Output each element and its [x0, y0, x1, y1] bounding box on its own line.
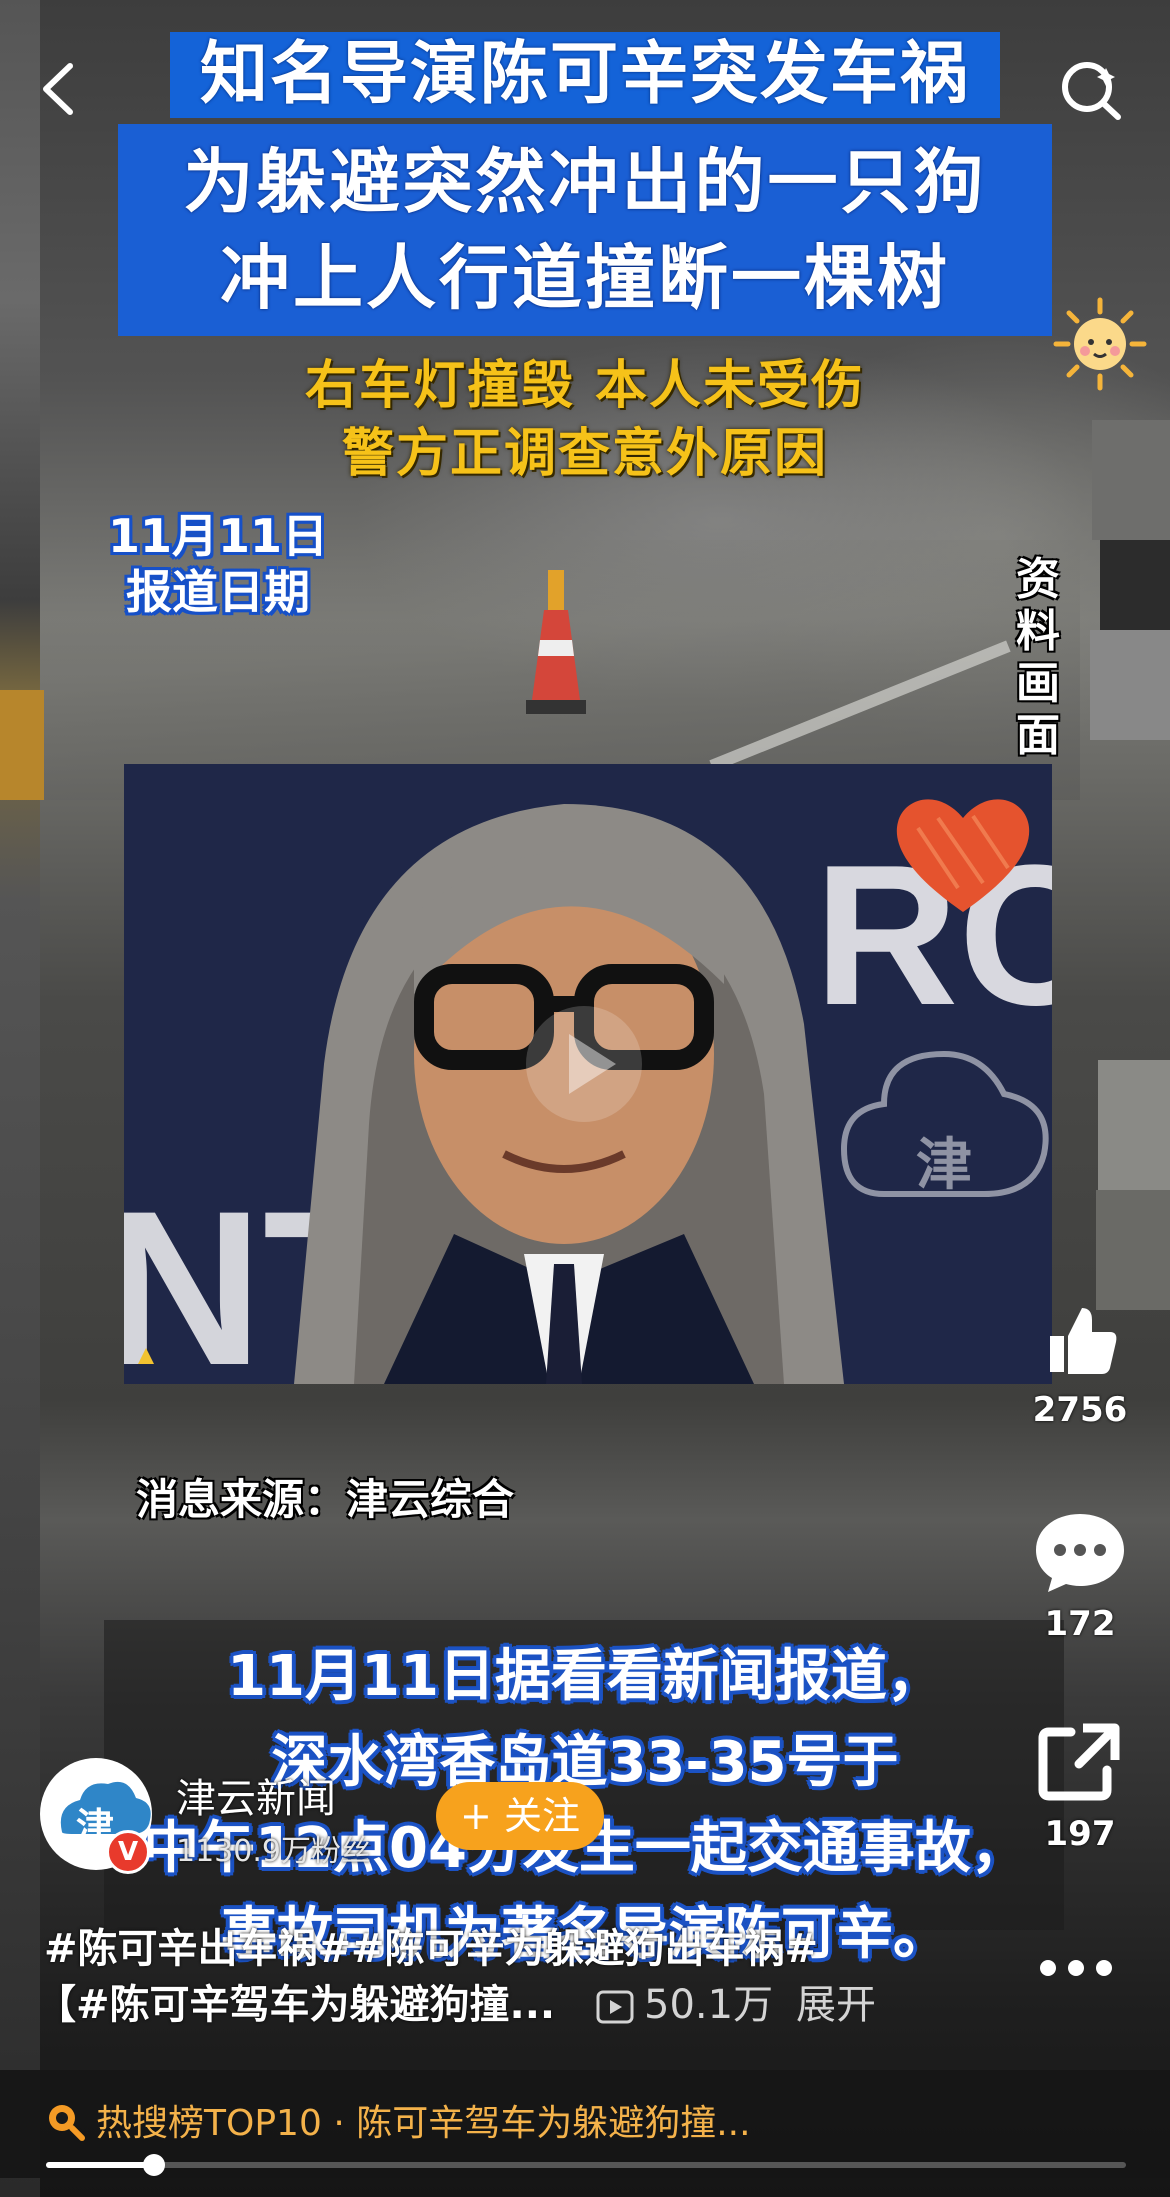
more-icon	[1096, 1960, 1112, 1976]
subhead-box: 为躲避突然冲出的一只狗 冲上人行道撞断一棵树	[118, 124, 1052, 336]
pixelated-block	[0, 690, 44, 800]
hot-search-icon	[49, 2105, 85, 2141]
playback-progress-track[interactable]	[46, 2162, 1126, 2168]
view-count-value: 50.1万	[644, 1982, 774, 2028]
more-icon	[1040, 1960, 1056, 1976]
more-button[interactable]	[1034, 1948, 1124, 1988]
author-name[interactable]: 津云新闻	[176, 1766, 336, 1824]
pixelated-block	[1098, 1060, 1170, 1190]
comment-button[interactable]: 172	[1020, 1508, 1140, 1644]
play-count-icon	[596, 1990, 634, 2024]
video-screen[interactable]: 知名导演陈可辛突发车祸 为躲避突然冲出的一只狗 冲上人行道撞断一棵树 右车灯撞毁…	[0, 0, 1170, 2197]
archive-char: 资	[1016, 554, 1060, 605]
status-line-2: 警方正调查意外原因	[341, 424, 828, 484]
pixelated-block	[1100, 540, 1170, 630]
hot-search-rank: 热搜榜TOP10	[96, 2103, 322, 2144]
share-button[interactable]: 197	[1020, 1718, 1140, 1854]
subhead-line-1: 为躲避突然冲出的一只狗	[183, 141, 987, 223]
share-icon	[1038, 1723, 1120, 1801]
archive-char: 面	[1016, 710, 1060, 761]
search-icon	[1062, 62, 1121, 120]
video-description[interactable]: 【#陈可辛驾车为躲避狗撞...	[36, 1976, 555, 2034]
pixelated-block	[1090, 630, 1170, 740]
hot-search-text[interactable]: 热搜榜TOP10 · 陈可辛驾车为躲避狗撞...	[96, 2096, 751, 2152]
playback-progress-fill	[46, 2162, 154, 2168]
traffic-cone-image	[526, 570, 586, 714]
more-icon	[1068, 1960, 1084, 1976]
report-date-label: 报道日期	[126, 565, 310, 619]
archive-footage-label: 资 料 画 面	[1010, 554, 1066, 762]
comment-count: 172	[1044, 1604, 1116, 1644]
hashtags-line[interactable]: #陈可辛出车祸##陈可辛为躲避狗出车祸#	[44, 1920, 818, 1978]
report-date-tag: 11月11日 报道日期	[98, 508, 338, 620]
report-date: 11月11日	[107, 509, 329, 563]
verified-badge: V	[106, 1830, 150, 1874]
search-button[interactable]	[1056, 54, 1126, 124]
subhead-line-2: 冲上人行道撞断一棵树	[220, 237, 950, 319]
archive-char: 料	[1016, 606, 1060, 657]
pixelated-block	[1092, 420, 1170, 540]
playback-progress-handle[interactable]	[143, 2154, 165, 2176]
headline-title: 知名导演陈可辛突发车祸	[170, 32, 1000, 118]
pixelated-block	[1096, 1190, 1170, 1310]
follow-button[interactable]: + 关注	[436, 1782, 604, 1850]
background-blur-strip	[0, 0, 40, 2197]
expand-button[interactable]: 展开	[796, 1976, 876, 2034]
heart-sticker-icon	[896, 799, 1030, 912]
comment-icon	[1036, 1514, 1124, 1592]
like-count: 2756	[1032, 1390, 1128, 1430]
status-line-1: 右车灯撞毁 本人未受伤	[304, 356, 866, 416]
caption-line: 11月11日据看看新闻报道，	[227, 1644, 943, 1709]
hot-search-separator: ·	[333, 2103, 345, 2144]
back-button[interactable]	[34, 54, 84, 124]
share-count: 197	[1044, 1814, 1116, 1854]
svg-text:津: 津	[916, 1133, 972, 1198]
like-button[interactable]: 2756	[1020, 1300, 1140, 1430]
news-source: 消息来源：津云综合	[136, 1475, 515, 1524]
author-fan-count: 1130.9万粉丝	[176, 1834, 371, 1869]
like-icon	[1050, 1308, 1117, 1374]
sun-sticker-icon	[1053, 297, 1147, 391]
hot-search-title: 陈可辛驾车为躲避狗撞...	[356, 2103, 751, 2144]
status-lines: 右车灯撞毁 本人未受伤 警方正调查意外原因	[180, 352, 990, 488]
back-arrow-icon	[43, 63, 73, 115]
view-count: 50.1万	[596, 1976, 773, 2034]
archive-char: 画	[1016, 658, 1060, 709]
